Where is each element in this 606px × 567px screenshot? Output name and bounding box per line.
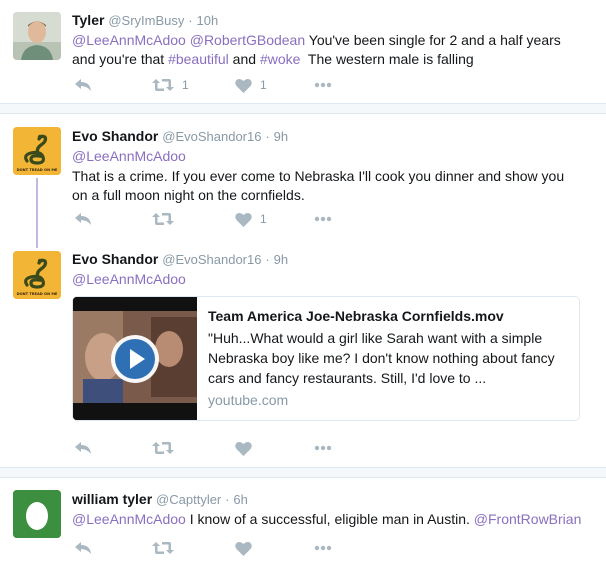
mention-link[interactable]: @LeeAnnMcAdoo [72, 271, 186, 287]
timestamp[interactable]: 9h [274, 129, 288, 144]
username[interactable]: @SryImBusy [108, 13, 184, 28]
heart-icon [235, 78, 252, 93]
card-description: "Huh...What would a girl like Sarah want… [208, 330, 555, 386]
avatar-motto: DONT TREAD ON ME [17, 292, 58, 296]
tweet-text: @LeeAnnMcAdoo [72, 147, 596, 166]
tweet-text-segment: I know of a successful, eligible man in … [185, 511, 474, 527]
hashtag-link[interactable]: #beautiful [168, 51, 229, 67]
more-icon [314, 216, 332, 222]
avatar[interactable]: DONT TREAD ON ME [13, 251, 61, 299]
display-name[interactable]: Evo Shandor [72, 251, 158, 267]
separator: · [188, 13, 193, 28]
tweet-actions: 1 1 [72, 76, 372, 96]
display-name[interactable]: william tyler [72, 491, 152, 507]
retweet-icon [152, 542, 174, 554]
reply-icon [75, 442, 91, 454]
reply-icon [75, 213, 91, 225]
reply-button[interactable] [74, 210, 92, 228]
tweet-text: That is a crime. If you ever come to Neb… [72, 168, 565, 203]
more-button[interactable] [314, 210, 332, 228]
mention-link[interactable]: @RobertGBodean [190, 32, 305, 48]
video-thumbnail[interactable] [73, 297, 197, 420]
tweet-actions [72, 439, 372, 459]
reply-icon [75, 542, 91, 554]
like-count: 1 [260, 212, 267, 226]
tweet-text: @LeeAnnMcAdoo I know of a successful, el… [72, 510, 596, 529]
username[interactable]: @EvoShandor16 [162, 252, 261, 267]
tweet-text: @LeeAnnMcAdoo @RobertGBodean You've been… [72, 31, 572, 69]
more-button[interactable] [314, 76, 332, 94]
like-button[interactable] [235, 439, 252, 457]
tweet-actions [72, 539, 372, 559]
link-card[interactable]: Team America Joe-Nebraska Cornfields.mov… [72, 296, 580, 421]
reply-icon [75, 79, 91, 91]
more-icon [314, 545, 332, 551]
tweet-evo-2[interactable]: DONT TREAD ON ME Evo Shandor @EvoShandor… [0, 239, 606, 467]
avatar[interactable] [13, 12, 61, 60]
more-icon [314, 82, 332, 88]
retweet-icon [152, 213, 174, 225]
heart-icon [235, 212, 252, 227]
tweet-text-segment: The western male is falling [300, 51, 474, 67]
divider [0, 103, 606, 114]
timestamp[interactable]: 10h [197, 13, 219, 28]
timestamp[interactable]: 6h [233, 492, 247, 507]
retweet-button[interactable]: 1 [152, 76, 189, 94]
more-button[interactable] [314, 539, 332, 557]
card-domain: youtube.com [208, 392, 289, 408]
tweet-evo-1[interactable]: DONT TREAD ON ME Evo Shandor @EvoShandor… [0, 114, 606, 239]
mention-link[interactable]: @FrontRowBrian [474, 511, 582, 527]
egg-icon [13, 490, 61, 538]
timestamp[interactable]: 9h [274, 252, 288, 267]
tweet-header: Evo Shandor @EvoShandor16 · 9h [72, 127, 596, 146]
tweet-header: Tyler @SryImBusy · 10h [72, 11, 596, 30]
tweet-header: Evo Shandor @EvoShandor16 · 9h [72, 250, 596, 269]
tweet-tyler[interactable]: Tyler @SryImBusy · 10h @LeeAnnMcAdoo @Ro… [0, 0, 606, 104]
retweet-button[interactable] [152, 439, 174, 457]
more-button[interactable] [314, 439, 332, 457]
hashtag-link[interactable]: #woke [260, 51, 300, 67]
reply-button[interactable] [74, 439, 92, 457]
card-body: Team America Joe-Nebraska Cornfields.mov… [208, 307, 571, 408]
display-name[interactable]: Tyler [72, 12, 104, 28]
like-button[interactable]: 1 [235, 76, 267, 94]
tweet-header: william tyler @Capttyler · 6h [72, 490, 596, 509]
retweet-icon [152, 442, 174, 454]
reply-button[interactable] [74, 76, 92, 94]
retweet-button[interactable] [152, 210, 174, 228]
tweet-text-segment: and [228, 51, 260, 67]
mention-link[interactable]: @LeeAnnMcAdoo [72, 511, 186, 527]
reply-button[interactable] [74, 539, 92, 557]
like-button[interactable]: 1 [235, 210, 267, 228]
like-count: 1 [260, 78, 267, 92]
tweet-william-tyler[interactable]: william tyler @Capttyler · 6h @LeeAnnMcA… [0, 478, 606, 567]
more-icon [314, 445, 332, 451]
card-title[interactable]: Team America Joe-Nebraska Cornfields.mov [208, 307, 571, 325]
heart-icon [235, 441, 252, 456]
separator: · [225, 492, 230, 507]
retweet-icon [152, 79, 174, 91]
avatar-motto: DONT TREAD ON ME [17, 168, 58, 172]
username[interactable]: @Capttyler [156, 492, 221, 507]
heart-icon [235, 541, 252, 556]
tweet-actions: 1 [72, 210, 372, 230]
mention-link[interactable]: @LeeAnnMcAdoo [72, 32, 186, 48]
avatar[interactable]: DONT TREAD ON ME [13, 127, 61, 175]
divider [0, 467, 606, 478]
username[interactable]: @EvoShandor16 [162, 129, 261, 144]
retweet-button[interactable] [152, 539, 174, 557]
like-button[interactable] [235, 539, 252, 557]
separator: · [265, 252, 270, 267]
separator: · [265, 129, 270, 144]
avatar[interactable] [13, 490, 61, 538]
mention-link[interactable]: @LeeAnnMcAdoo [72, 148, 186, 164]
play-icon[interactable] [109, 333, 161, 385]
display-name[interactable]: Evo Shandor [72, 128, 158, 144]
retweet-count: 1 [182, 78, 189, 92]
tweet-feed: Tyler @SryImBusy · 10h @LeeAnnMcAdoo @Ro… [0, 0, 606, 567]
tweet-text: @LeeAnnMcAdoo [72, 270, 596, 289]
